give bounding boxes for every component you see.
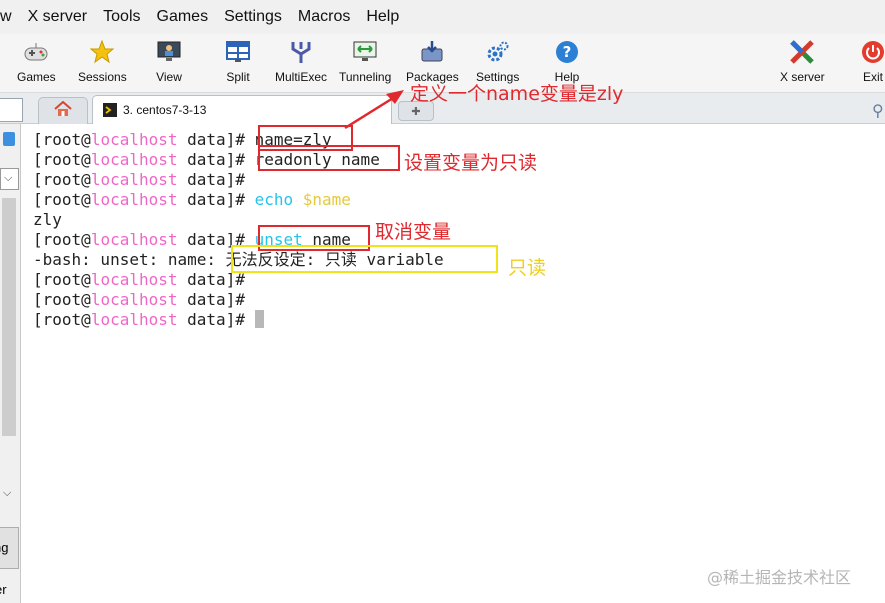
annotation-readonly-short: 只读 [508, 257, 547, 279]
annotation-define: 定义一个name变量是zly [410, 83, 624, 105]
annotation-readonly: 设置变量为只读 [404, 152, 538, 174]
annotation-unset: 取消变量 [375, 221, 452, 243]
watermark: @稀土掘金技术社区 [707, 568, 852, 587]
